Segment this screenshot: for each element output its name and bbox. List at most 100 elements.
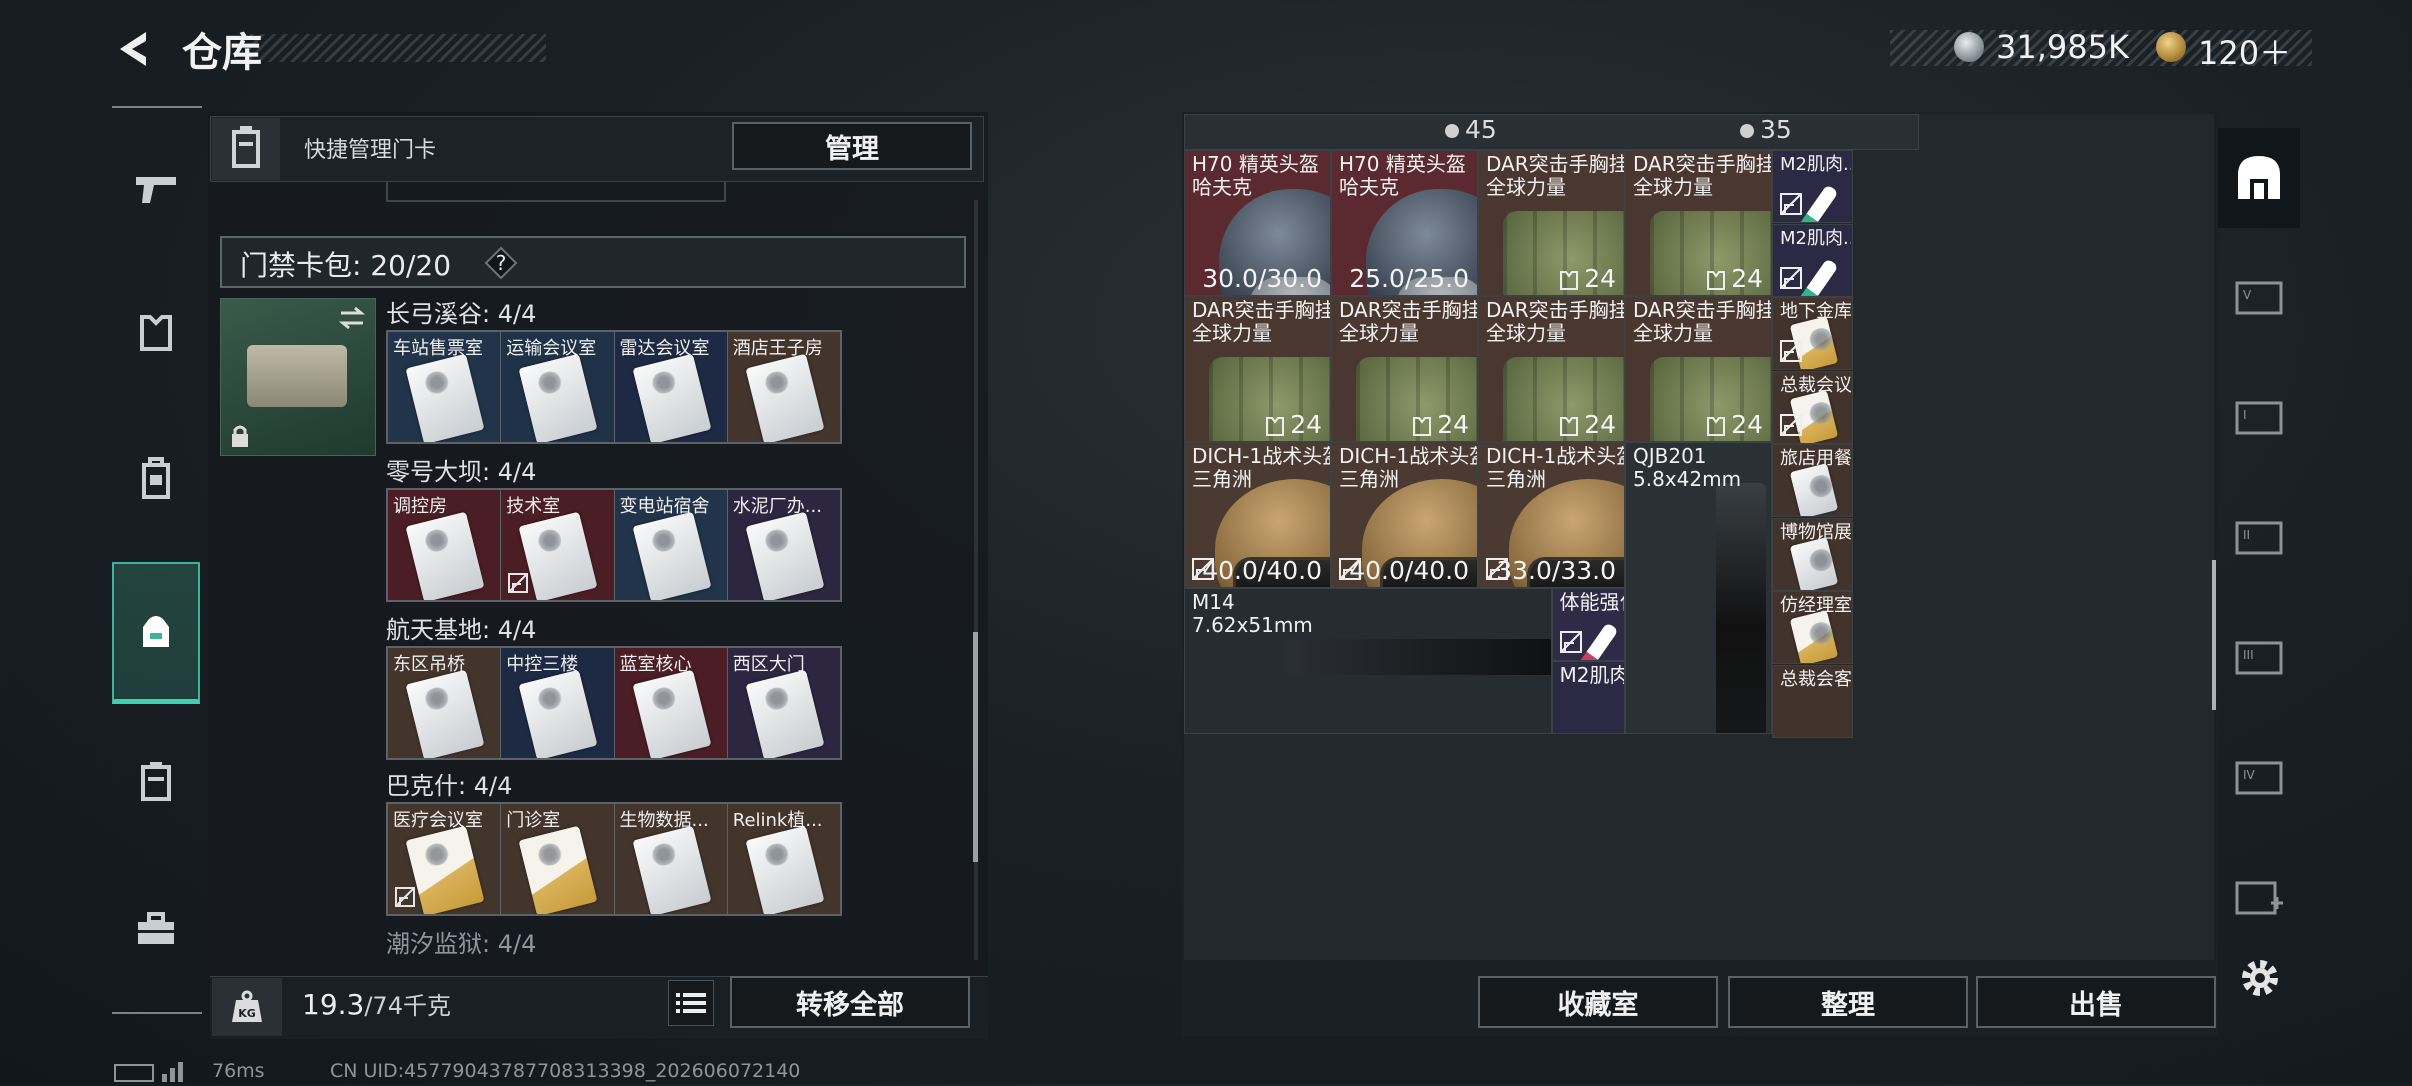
category-toolbox[interactable] — [112, 864, 200, 994]
weight-value: 19.3/74千克 — [302, 986, 451, 1021]
keycard-graphic — [631, 669, 712, 758]
keycard-graphic — [1789, 610, 1839, 663]
stash-item[interactable]: DICH-1战术头盔 三角洲 33.0/33.0 — [1478, 442, 1625, 588]
stash-item[interactable]: DAR突击手胸挂 全球力量 24 — [1184, 296, 1331, 442]
category-backpack[interactable] — [112, 562, 200, 704]
stash-item[interactable]: H70 精英头盔 哈夫克 30.0/30.0 — [1184, 150, 1331, 296]
add-case-icon — [2235, 881, 2283, 915]
list-view-button[interactable] — [668, 980, 714, 1026]
stash-side-item[interactable]: M2肌肉... — [1772, 223, 1853, 297]
keycard-slot[interactable]: 蓝室核心 — [614, 648, 728, 758]
svg-text:IV: IV — [2243, 768, 2256, 782]
weight-current: 19.3 — [302, 988, 365, 1021]
category-pistol[interactable] — [112, 124, 200, 254]
item-count: 24 — [1705, 264, 1763, 293]
settings-gear-icon[interactable] — [2236, 954, 2284, 1002]
stash-item[interactable]: H70 精英头盔 哈夫克 25.0/25.0 — [1331, 150, 1478, 296]
stash-item[interactable]: QJB201 5.8x42mm — [1625, 442, 1772, 734]
svg-text:V: V — [2243, 288, 2252, 302]
item-count-value: 24 — [1731, 410, 1763, 439]
manage-button[interactable]: 管理 — [732, 122, 972, 170]
keycard-label: 东区吊桥 — [393, 654, 465, 675]
unlocked-mark-icon — [507, 572, 529, 594]
weight-level-value: 45 — [1465, 115, 1497, 144]
item-name: M2肌肉... — [1780, 154, 1851, 175]
item-name-line1: DAR突击手胸挂 — [1633, 152, 1772, 176]
keycard-slot[interactable]: 医疗会议室 — [388, 804, 502, 914]
left-scroll-thumb[interactable] — [973, 632, 978, 862]
stash-side-item[interactable]: 总裁会客厅 — [1772, 664, 1853, 738]
keycard-row: 车站售票室 运输会议室 雷达会议室 酒店王子房 — [386, 330, 842, 444]
stash-item[interactable]: DICH-1战术头盔 三角洲 40.0/40.0 — [1184, 442, 1331, 588]
keycard-pack-item[interactable] — [220, 298, 376, 456]
stash-item[interactable]: DAR突击手胸挂 全球力量 24 — [1625, 296, 1772, 442]
keycard-slot[interactable]: 水泥厂办... — [727, 490, 840, 600]
keycard-slot[interactable]: 调控房 — [388, 490, 502, 600]
stash-side-item[interactable]: M2肌肉... — [1772, 150, 1853, 223]
stash-side-item[interactable]: 旅店用餐间 — [1772, 444, 1853, 517]
keycard-slot[interactable]: 酒店王子房 — [727, 332, 840, 442]
stash-item[interactable]: DAR突击手胸挂 全球力量 24 — [1478, 150, 1625, 296]
category-rig[interactable] — [112, 414, 200, 544]
stash-item[interactable]: M14 7.62x51mm — [1184, 588, 1552, 734]
rail-case-ii[interactable]: II — [2218, 486, 2300, 586]
keycard-slot[interactable]: 变电站宿舍 — [614, 490, 728, 600]
keycard-slot[interactable]: 中控三楼 — [501, 648, 615, 758]
collection-room-button[interactable]: 收藏室 — [1478, 976, 1718, 1028]
item-name: M14 7.62x51mm — [1192, 591, 1313, 637]
stash-item[interactable]: DAR突击手胸挂 全球力量 24 — [1625, 150, 1772, 296]
keycard-slot[interactable]: 西区大门 — [727, 648, 840, 758]
stash-item[interactable]: DAR突击手胸挂 全球力量 24 — [1478, 296, 1625, 442]
item-name-line1: QJB201 — [1633, 444, 1707, 468]
keycard-slot[interactable]: 运输会议室 — [501, 332, 615, 442]
back-arrow-icon[interactable] — [112, 26, 158, 72]
item-name: DAR突击手胸挂 全球力量 — [1633, 299, 1771, 345]
stash-item[interactable]: M2肌肉... — [1551, 661, 1625, 734]
stash-item[interactable]: DICH-1战术头盔 三角洲 40.0/40.0 — [1331, 442, 1478, 588]
help-icon[interactable]: ? — [484, 246, 518, 280]
rail-case-i[interactable]: I — [2218, 366, 2300, 466]
sell-button[interactable]: 出售 — [1976, 976, 2216, 1028]
keycard-slot[interactable]: Relink植... — [727, 804, 840, 914]
category-case[interactable] — [112, 716, 200, 846]
stash-side-item[interactable]: 地下金库... — [1772, 297, 1853, 370]
keycard-case-icon — [232, 126, 260, 168]
rail-case-iii[interactable]: III — [2218, 606, 2300, 706]
keycard-graphic — [518, 669, 598, 758]
sort-button[interactable]: 整理 — [1728, 976, 1968, 1028]
keycard-row: 东区吊桥 中控三楼 蓝室核心 西区大门 — [386, 646, 842, 760]
gold-currency-value[interactable]: 120＋ — [2198, 28, 2291, 74]
keycard-slot[interactable]: 生物数据... — [614, 804, 728, 914]
transfer-all-button[interactable]: 转移全部 — [730, 976, 970, 1028]
stash-item[interactable]: DAR突击手胸挂 全球力量 24 — [1331, 296, 1478, 442]
keycard-graphic — [518, 353, 598, 442]
swap-icon[interactable] — [337, 305, 367, 331]
unlocked-mark-icon — [1338, 557, 1362, 581]
keycard-slot[interactable]: 东区吊桥 — [388, 648, 502, 758]
rig-icon — [142, 457, 170, 499]
category-armor[interactable] — [112, 268, 200, 398]
weight-level-tag: 35 — [1740, 115, 1792, 144]
keycard-slot[interactable]: 车站售票室 — [388, 332, 502, 442]
item-name: DICH-1战术头盔 三角洲 — [1192, 445, 1330, 491]
keycard-slot[interactable]: 雷达会议室 — [614, 332, 728, 442]
keycard-pack-label: 门禁卡包: 20/20 — [240, 249, 452, 282]
item-name-line2: 哈夫克 — [1192, 175, 1252, 199]
item-name-line1: DAR突击手胸挂 — [1486, 298, 1625, 322]
stash-item[interactable]: 体能强化剂 — [1551, 588, 1625, 661]
keycard-slot[interactable]: 门诊室 — [501, 804, 615, 914]
rail-case-v[interactable]: V — [2218, 246, 2300, 346]
stash-side-item[interactable]: 博物馆展... — [1772, 517, 1853, 591]
svg-text:?: ? — [496, 251, 507, 275]
item-name: DAR突击手胸挂 全球力量 — [1633, 152, 1772, 199]
rail-add-case[interactable] — [2218, 846, 2300, 946]
stash-scrollbar[interactable] — [2212, 560, 2216, 710]
keycard-slot[interactable]: 技术室 — [501, 490, 615, 600]
stash-side-item[interactable]: 总裁会议室 — [1772, 370, 1853, 444]
battery-icon — [114, 1064, 154, 1082]
svg-text:III: III — [2243, 648, 2254, 662]
item-name: DAR突击手胸挂 全球力量 — [1339, 299, 1477, 345]
rail-stash-home[interactable] — [2218, 128, 2300, 228]
stash-side-item[interactable]: 仿经理室东 — [1772, 591, 1853, 664]
rail-case-iv[interactable]: IV — [2218, 726, 2300, 826]
